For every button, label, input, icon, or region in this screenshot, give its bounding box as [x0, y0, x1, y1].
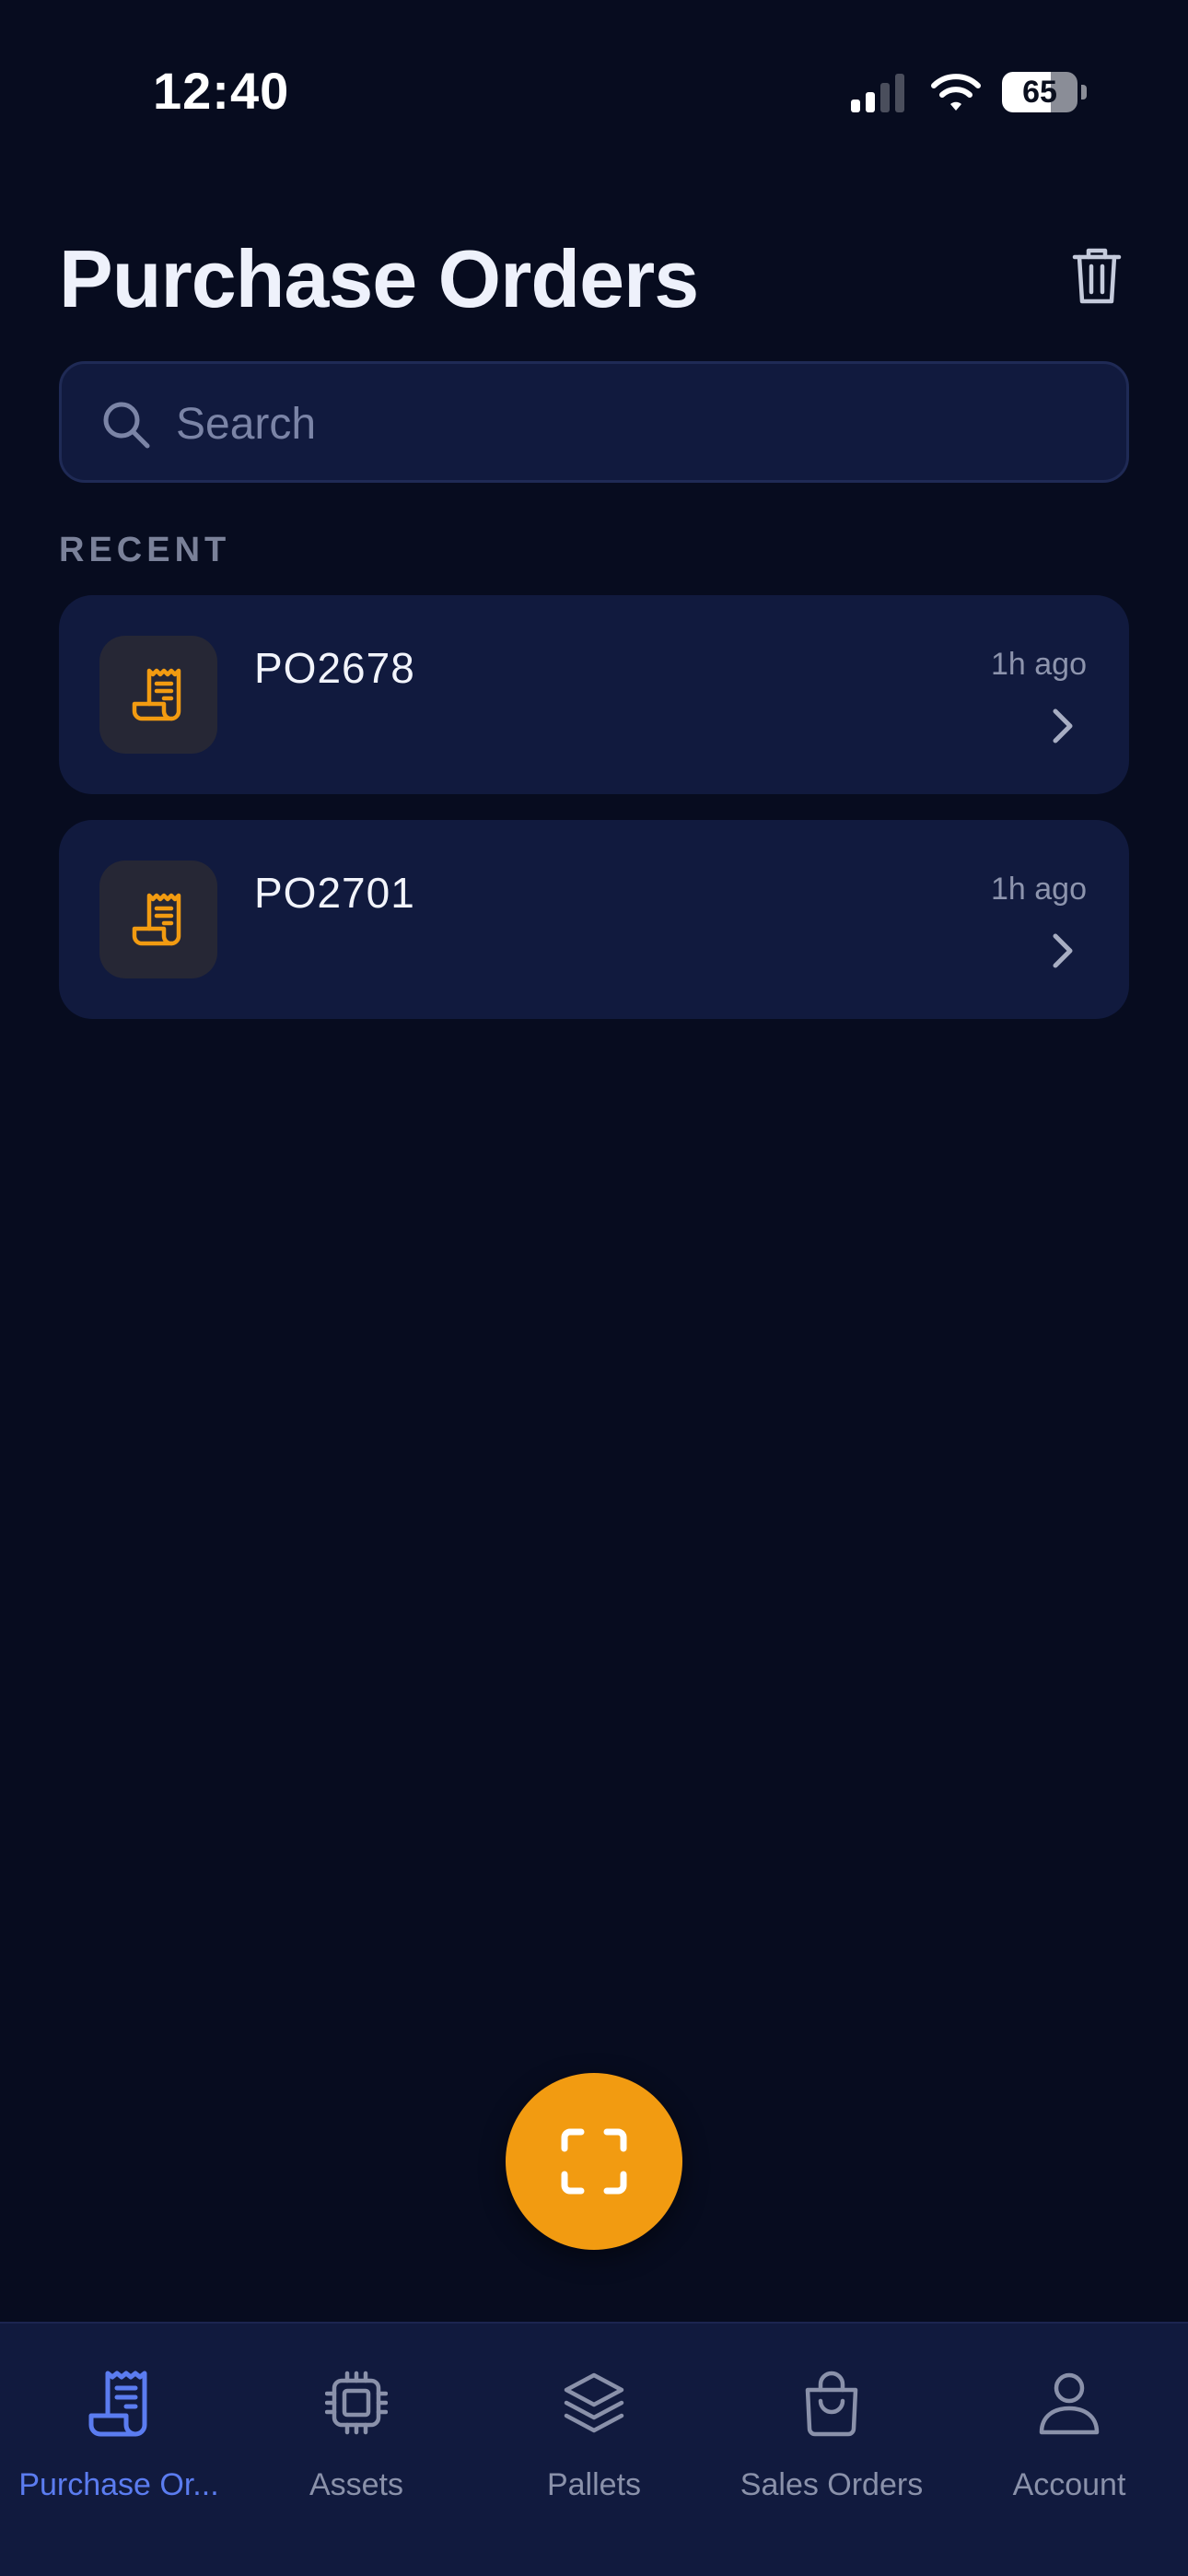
order-number: PO2701: [254, 869, 415, 917]
wifi-icon: [931, 74, 981, 111]
purchase-orders-screen: 12:40 65 Purchase Orders Search RECENT P…: [0, 0, 1188, 2576]
scan-icon: [561, 2128, 627, 2195]
receipt-icon: [132, 893, 181, 946]
user-icon: [1039, 2372, 1100, 2435]
layers-icon: [564, 2372, 624, 2433]
page-title: Purchase Orders: [59, 233, 699, 324]
scan-button[interactable]: [506, 2073, 682, 2250]
order-card-po2701[interactable]: PO2701 1h ago: [59, 820, 1129, 1019]
tab-label: Sales Orders: [740, 2467, 924, 2502]
bottom-tab-bar: Purchase Or... Assets Pallets Sales Orde…: [0, 2322, 1188, 2576]
search-icon: [103, 402, 150, 449]
order-number: PO2678: [254, 644, 415, 692]
tab-label: Assets: [309, 2467, 404, 2502]
battery-body: 65: [1002, 72, 1077, 112]
chevron-right-icon: [1053, 933, 1073, 968]
order-icon-tile: [99, 636, 217, 754]
search-input[interactable]: [176, 384, 1097, 463]
tab-purchase-orders[interactable]: Purchase Or...: [0, 2324, 238, 2576]
trash-button[interactable]: [1065, 241, 1129, 311]
chip-icon: [325, 2371, 388, 2435]
tab-sales-orders[interactable]: Sales Orders: [713, 2324, 950, 2576]
tab-pallets[interactable]: Pallets: [475, 2324, 713, 2576]
status-time: 12:40: [153, 62, 290, 120]
order-card-po2678[interactable]: PO2678 1h ago: [59, 595, 1129, 794]
order-timestamp: 1h ago: [991, 647, 1087, 682]
receipt-icon: [132, 668, 181, 721]
chevron-right-icon: [1053, 708, 1073, 744]
tab-assets[interactable]: Assets: [238, 2324, 475, 2576]
order-icon-tile: [99, 861, 217, 978]
recent-section-label: RECENT: [59, 531, 231, 569]
tab-label: Account: [1012, 2467, 1126, 2502]
battery-level: 65: [1022, 75, 1057, 110]
tab-label: Pallets: [546, 2467, 642, 2502]
trash-icon: [1072, 248, 1122, 304]
battery-icon: 65: [1002, 72, 1087, 112]
tab-account[interactable]: Account: [950, 2324, 1188, 2576]
cellular-signal-icon: [851, 74, 904, 112]
order-timestamp: 1h ago: [991, 872, 1087, 907]
search-bar[interactable]: [59, 361, 1129, 483]
shopping-bag-icon: [805, 2371, 858, 2437]
tab-label: Purchase Or...: [18, 2467, 219, 2502]
battery-tip: [1081, 85, 1087, 100]
status-bar: 12:40 65: [0, 0, 1188, 184]
receipt-icon: [88, 2371, 147, 2437]
